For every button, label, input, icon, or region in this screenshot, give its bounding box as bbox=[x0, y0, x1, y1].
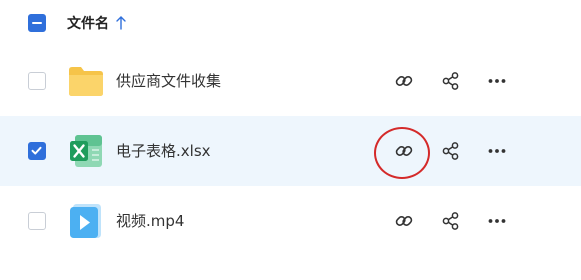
video-icon bbox=[67, 202, 105, 240]
more-icon[interactable] bbox=[486, 140, 508, 162]
share-icon[interactable] bbox=[440, 70, 462, 92]
row-checkbox[interactable] bbox=[28, 72, 46, 90]
column-header-filename[interactable]: 文件名 bbox=[67, 13, 109, 33]
row-checkbox[interactable] bbox=[28, 212, 46, 230]
file-row[interactable]: 供应商文件收集 bbox=[0, 46, 581, 116]
link-icon[interactable] bbox=[393, 140, 415, 162]
file-row-selected[interactable]: 电子表格.xlsx bbox=[0, 116, 581, 186]
folder-icon bbox=[67, 62, 105, 100]
share-icon[interactable] bbox=[440, 140, 462, 162]
row-checkbox-checked[interactable] bbox=[28, 142, 46, 160]
more-icon[interactable] bbox=[486, 210, 508, 232]
link-icon[interactable] bbox=[393, 70, 415, 92]
link-icon[interactable] bbox=[393, 210, 415, 232]
file-name[interactable]: 视频.mp4 bbox=[116, 210, 184, 231]
sort-ascending-icon[interactable] bbox=[116, 15, 126, 34]
file-list-header: 文件名 bbox=[0, 0, 581, 46]
file-row[interactable]: 视频.mp4 bbox=[0, 186, 581, 256]
excel-icon bbox=[67, 132, 105, 170]
more-icon[interactable] bbox=[486, 70, 508, 92]
share-icon[interactable] bbox=[440, 210, 462, 232]
file-name[interactable]: 供应商文件收集 bbox=[116, 70, 221, 91]
select-all-checkbox[interactable] bbox=[28, 14, 46, 32]
file-name[interactable]: 电子表格.xlsx bbox=[116, 140, 211, 161]
